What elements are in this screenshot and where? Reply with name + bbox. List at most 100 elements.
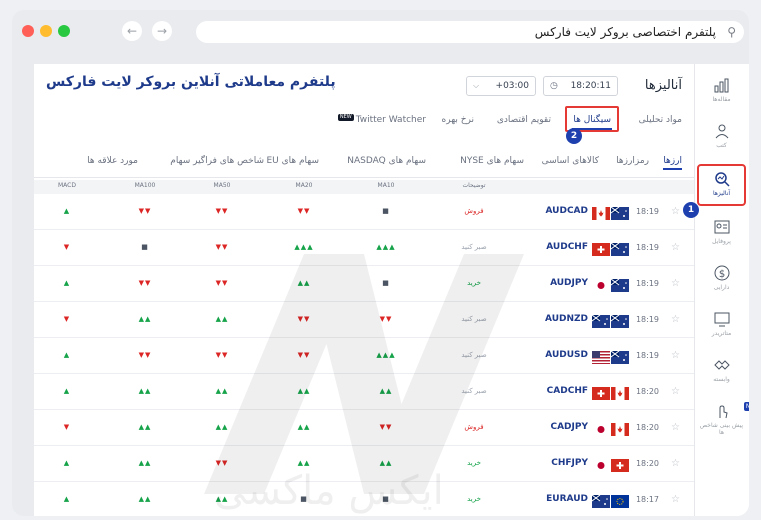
subtab-nyse[interactable]: سهام های NYSE: [460, 156, 524, 166]
flag-icon: [610, 349, 629, 364]
dollar-coin-icon: $: [714, 265, 729, 281]
table-row[interactable]: ☆ 18:19 AUDNZD صبر کنید ▼▼ ▼▼ ▲▲ ▲▲ ▼: [34, 303, 694, 338]
row-symbol[interactable]: CADCHF: [547, 386, 588, 396]
minimize-window-dot[interactable]: [40, 25, 52, 37]
sidebar-item-assets[interactable]: $ دارایی: [697, 260, 746, 302]
page-viewport: مقاله‌ها کتب آنالیزها 1 پروفایل $ دارایی: [34, 64, 749, 516]
currency-flags: [591, 277, 629, 292]
subtab-commodities[interactable]: کالاهای اساسی: [542, 156, 599, 166]
favorite-star-icon[interactable]: ☆: [671, 206, 680, 217]
sidebar-item-affiliate[interactable]: وابسته: [697, 352, 746, 394]
col-header-ma50: MA50: [213, 182, 231, 189]
row-time: 18:19: [635, 207, 659, 216]
row-ma50: ▲▲: [215, 315, 229, 323]
maximize-window-dot[interactable]: [58, 25, 70, 37]
row-symbol[interactable]: AUDNZD: [545, 314, 588, 324]
row-signal: خرید: [467, 459, 481, 467]
subtab-nasdaq[interactable]: سهام های NASDAQ: [347, 156, 426, 166]
sidebar-label: متاتریدر: [711, 330, 732, 337]
row-ma100: ▼▼: [138, 207, 152, 215]
row-ma100: ▲▲: [138, 423, 152, 431]
subtab-eu[interactable]: سهام های EU: [266, 156, 319, 166]
subtab-indices[interactable]: شاخص های فراگیر سهام: [170, 156, 264, 166]
tab-analytical-materials[interactable]: مواد تحلیلی: [639, 108, 682, 132]
row-symbol[interactable]: AUDUSD: [545, 350, 588, 360]
sidebar-item-metatrader[interactable]: متاتریدر: [697, 306, 746, 348]
table-row[interactable]: ☆ 18:19 AUDCHF صبر کنید ▲▲▲ ▲▲▲ ▼▼ ■ ▼: [34, 231, 694, 266]
row-symbol[interactable]: CADJPY: [550, 422, 588, 432]
row-macd: ▼: [63, 315, 71, 323]
currency-flags: [591, 421, 629, 436]
row-macd: ▼: [63, 423, 71, 431]
table-row[interactable]: ☆ 18:19 AUDUSD صبر کنید ▲▲▲ ▼▼ ▼▼ ▼▼ ▲: [34, 339, 694, 374]
browser-window: ← → ⚲ پلتفرم اختصاصی بروکر لایت فارکس مق…: [12, 10, 749, 516]
currency-flags: [591, 349, 629, 364]
row-symbol[interactable]: CHFJPY: [551, 458, 588, 468]
tab-economic-calendar[interactable]: تقویم اقتصادی: [497, 108, 551, 132]
row-signal: صبر کنید: [461, 243, 487, 251]
back-arrow-icon[interactable]: ←: [122, 21, 142, 41]
forward-arrow-icon[interactable]: →: [152, 21, 172, 41]
table-row[interactable]: ☆ 18:19 AUDCAD فروش ■ ▼▼ ▼▼ ▼▼ ▲: [34, 195, 694, 230]
row-macd: ▲: [63, 495, 71, 503]
row-symbol[interactable]: AUDJPY: [550, 278, 588, 288]
row-ma10: ■: [382, 279, 390, 287]
profile-card-icon: [714, 220, 729, 234]
row-signal: خرید: [467, 279, 481, 287]
analysis-icon: [714, 172, 730, 187]
table-row[interactable]: ☆ 18:19 AUDJPY خرید ■ ▲▲ ▼▼ ▼▼ ▲: [34, 267, 694, 302]
row-macd: ▲: [63, 459, 71, 467]
tab-twitter-watcher[interactable]: NEW Twitter Watcher: [337, 108, 426, 132]
sidebar-item-articles[interactable]: مقاله‌ها: [697, 72, 746, 114]
subtab-crypto[interactable]: رمزارزها: [616, 156, 649, 166]
subtab-favorites[interactable]: مورد علاقه ها: [87, 156, 138, 166]
favorite-star-icon[interactable]: ☆: [671, 242, 680, 253]
row-ma100: ▼▼: [138, 351, 152, 359]
flag-icon: [611, 493, 629, 508]
subtab-currencies[interactable]: ارزها: [663, 156, 682, 170]
sidebar-item-index-forecast[interactable]: Ne پیش بینی شاخص ها: [697, 398, 749, 440]
favorite-star-icon[interactable]: ☆: [671, 494, 680, 505]
chevron-down-icon: ⌵: [473, 81, 480, 90]
row-ma100: ■: [141, 243, 149, 251]
tab-interest-rate[interactable]: نرخ بهره: [442, 108, 474, 132]
step-1-marker: 1: [683, 202, 699, 218]
row-symbol[interactable]: AUDCHF: [546, 242, 588, 252]
row-symbol[interactable]: AUDCAD: [545, 206, 588, 216]
flag-icon: [592, 385, 610, 400]
favorite-star-icon[interactable]: ☆: [671, 458, 680, 469]
row-macd: ▲: [63, 207, 71, 215]
watermark-text: ایکس ماکسی: [214, 468, 444, 514]
col-header-signal: توضیحات: [462, 182, 486, 189]
chart-bars-icon: [714, 78, 728, 93]
row-macd: ▲: [63, 387, 71, 395]
sidebar-item-analysis[interactable]: آنالیزها: [697, 164, 746, 206]
close-window-dot[interactable]: [22, 25, 34, 37]
address-bar[interactable]: ⚲ پلتفرم اختصاصی بروکر لایت فارکس: [196, 21, 744, 43]
favorite-star-icon[interactable]: ☆: [671, 422, 680, 433]
table-row[interactable]: ☆ 18:20 CADJPY فروش ▼▼ ▲▲ ▲▲ ▲▲ ▼: [34, 411, 694, 446]
sidebar-label: کتب: [716, 142, 727, 149]
favorite-star-icon[interactable]: ☆: [671, 278, 680, 289]
favorite-star-icon[interactable]: ☆: [671, 350, 680, 361]
sidebar-item-profile[interactable]: پروفایل: [697, 214, 746, 256]
flag-icon: [611, 457, 629, 472]
table-row[interactable]: ☆ 18:20 CADCHF صبر کنید ▲▲ ▲▲ ▲▲ ▲▲ ▲: [34, 375, 694, 410]
flag-icon: [610, 313, 629, 328]
row-symbol[interactable]: EURAUD: [546, 494, 588, 504]
timezone-value: 03:00+: [495, 81, 529, 91]
sidebar-item-books[interactable]: کتب: [697, 118, 746, 160]
asset-subtabs: ارزها رمزارزها کالاهای اساسی سهام های NY…: [34, 150, 694, 178]
timezone-select[interactable]: 03:00+ ⌵: [466, 76, 536, 96]
row-signal: صبر کنید: [461, 315, 487, 323]
analysis-main-panel: آنالیزها 18:20:11 ◷ 03:00+ ⌵ پلتفرم معام…: [34, 64, 694, 516]
row-ma20: ▼▼: [297, 207, 311, 215]
favorite-star-icon[interactable]: ☆: [671, 386, 680, 397]
brand-title: پلتفرم معاملاتی آنلاین بروکر لایت فارکس: [46, 74, 336, 90]
row-ma20: ▲▲: [297, 423, 311, 431]
row-signal: فروش: [464, 423, 484, 431]
flag-icon: [611, 385, 629, 400]
sidebar-label: مقاله‌ها: [712, 96, 731, 103]
favorite-star-icon[interactable]: ☆: [671, 314, 680, 325]
row-ma10: ▲▲▲: [376, 243, 396, 251]
